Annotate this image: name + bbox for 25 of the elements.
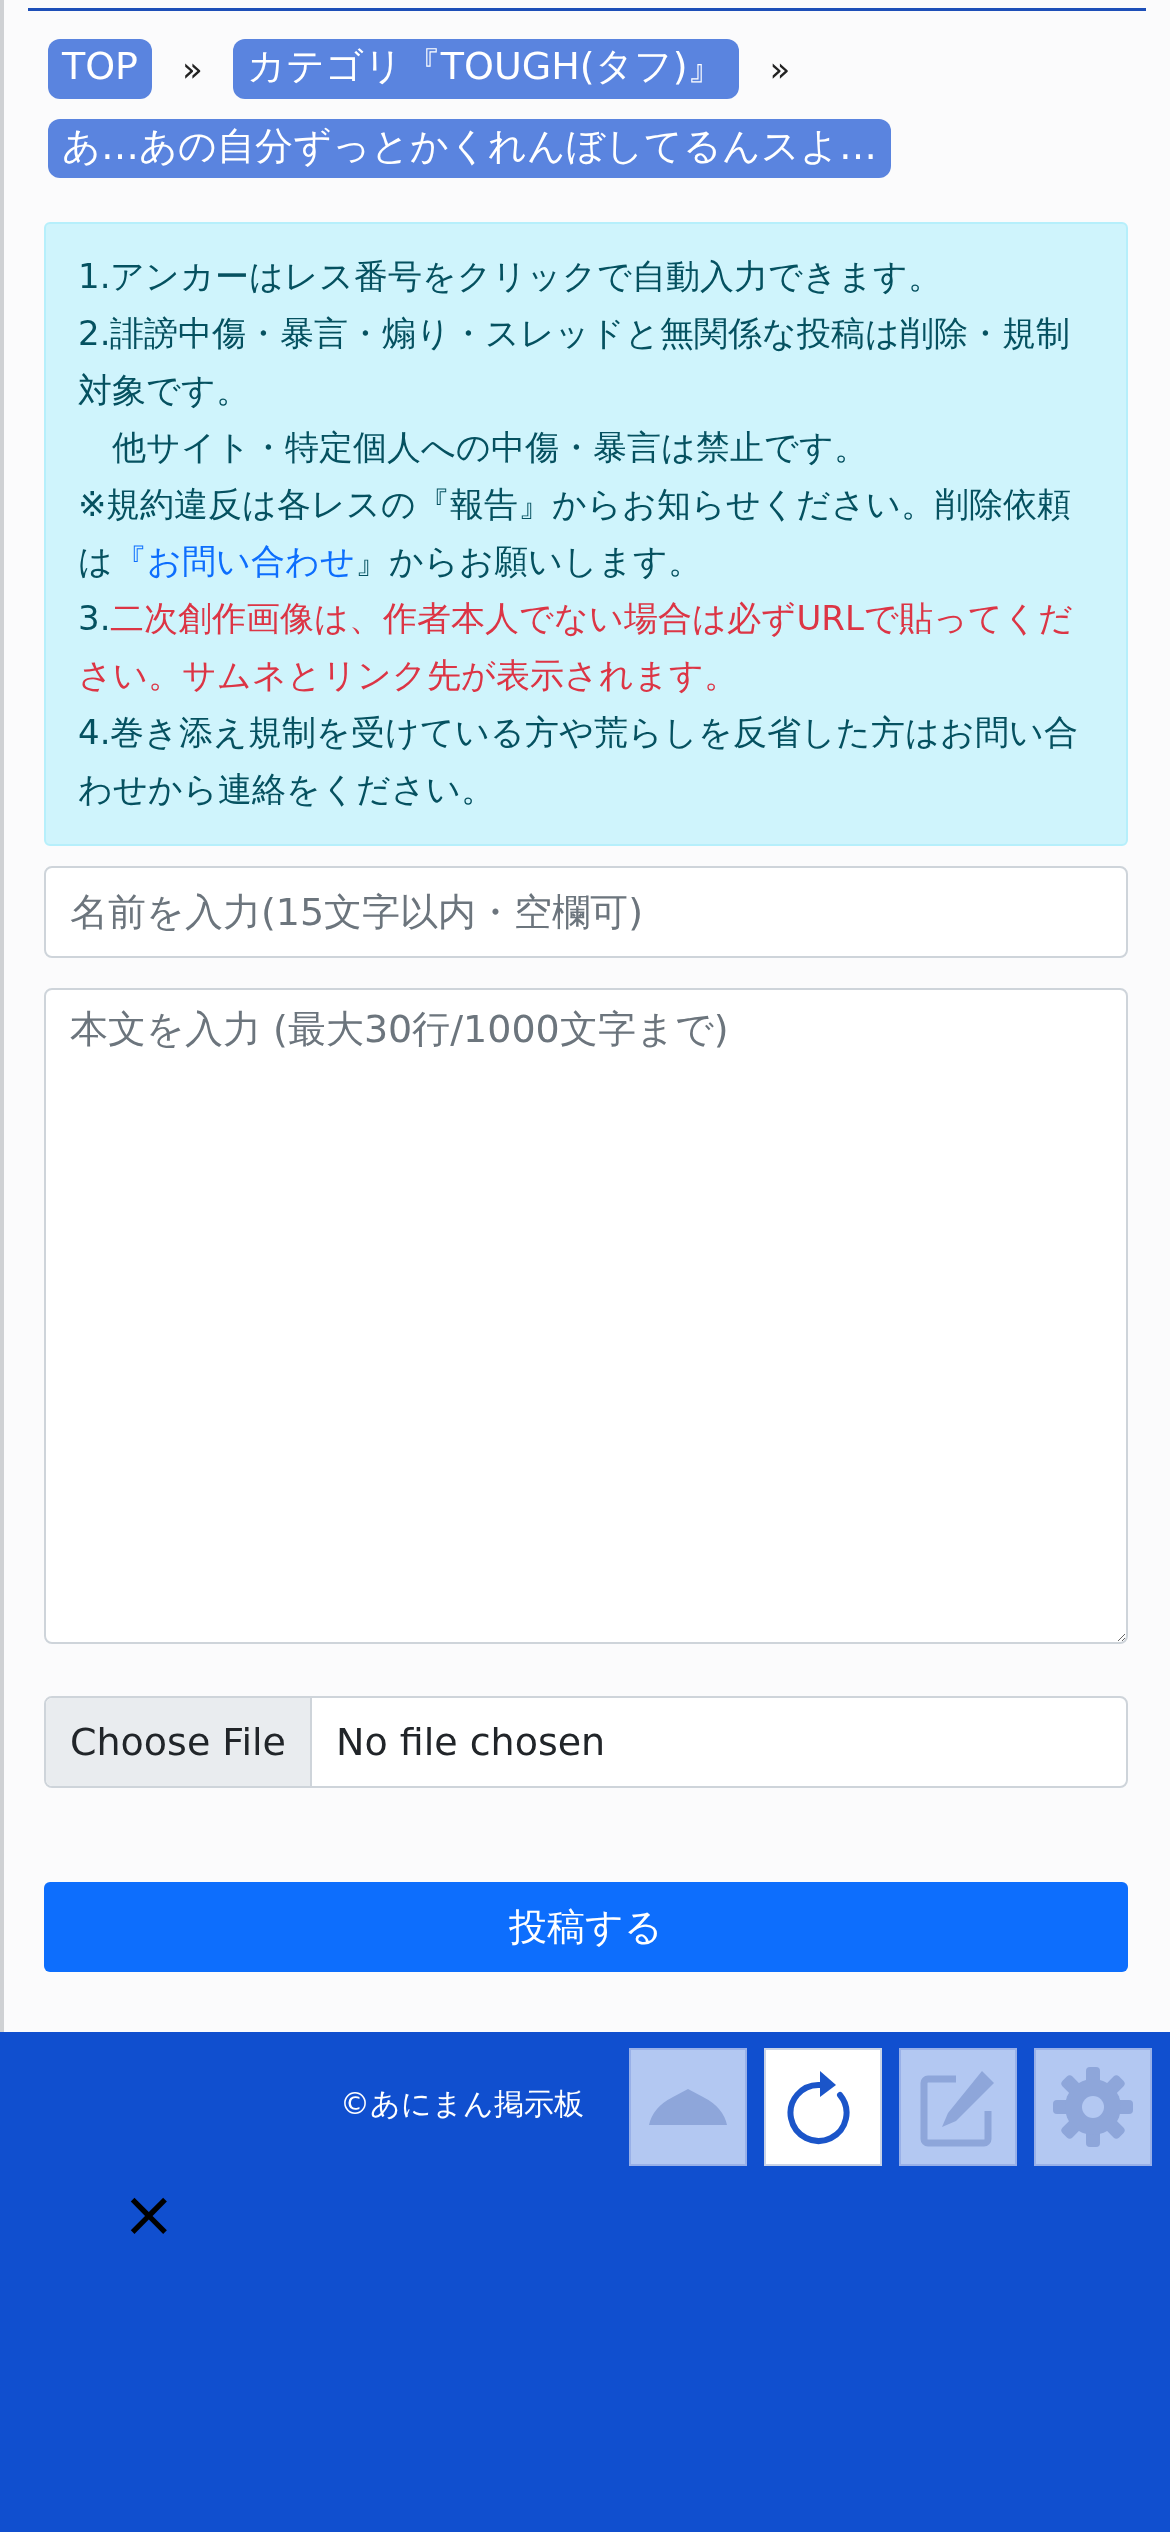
choose-file-button[interactable]: Choose File bbox=[46, 1698, 312, 1786]
notice-text: 4.巻き添え規制を受けている方や荒らしを反省した方はお問い合わせから連絡をください。 bbox=[78, 711, 1080, 811]
copyright-text: ©あにまん掲示板 bbox=[340, 2085, 584, 2123]
file-status: No file chosen bbox=[334, 1720, 606, 1764]
settings-button[interactable] bbox=[1034, 2048, 1152, 2166]
notice-text: 3.二次創作画像は、作者本人でない場合は必ずURLで貼ってください。サムネとリンク先が表示されます。 bbox=[78, 597, 1074, 697]
file-field[interactable]: Choose File No file chosen bbox=[44, 1696, 1128, 1788]
notice-text: 1.アンカーはレス番号をクリックで自動入力できます。 bbox=[78, 255, 944, 298]
body-field[interactable]: 本文を入力 (最大30行/1000文字まで) bbox=[44, 988, 1128, 1644]
breadcrumb-link[interactable]: TOP bbox=[48, 39, 153, 99]
submit-button[interactable]: 投稿する bbox=[44, 1882, 1128, 1972]
notice-text: ※規約違反は各レスの『報告』からお知らせください。削除依頼は『お問い合わせ』からお願いします。 bbox=[78, 483, 1073, 583]
close-button[interactable]: × bbox=[122, 2182, 176, 2246]
name-field[interactable]: 名前を入力(15文字以内・空欄可) bbox=[44, 866, 1128, 958]
notice-text: 他サイト・特定個人への中傷・暴言は禁止です。 bbox=[111, 426, 869, 469]
settings-icon bbox=[1051, 2065, 1135, 2149]
edit-button[interactable] bbox=[899, 2048, 1017, 2166]
breadcrumb-separator: » bbox=[769, 48, 791, 89]
up-button[interactable] bbox=[629, 2048, 747, 2166]
contact-link[interactable]: 『お問い合わせ bbox=[113, 541, 355, 581]
breadcrumb-link[interactable]: カテゴリ『TOUGH(タフ)』 bbox=[232, 39, 740, 99]
breadcrumb-link[interactable]: あ…あの自分ずっとかくれんぼしてるんスよ… bbox=[48, 118, 891, 178]
notice-text: 2.誹謗中傷・暴言・煽り・スレッドと無関係な投稿は削除・規制対象です。 bbox=[78, 312, 1072, 412]
breadcrumb-separator: » bbox=[182, 48, 203, 89]
reload-button[interactable] bbox=[764, 2048, 882, 2166]
